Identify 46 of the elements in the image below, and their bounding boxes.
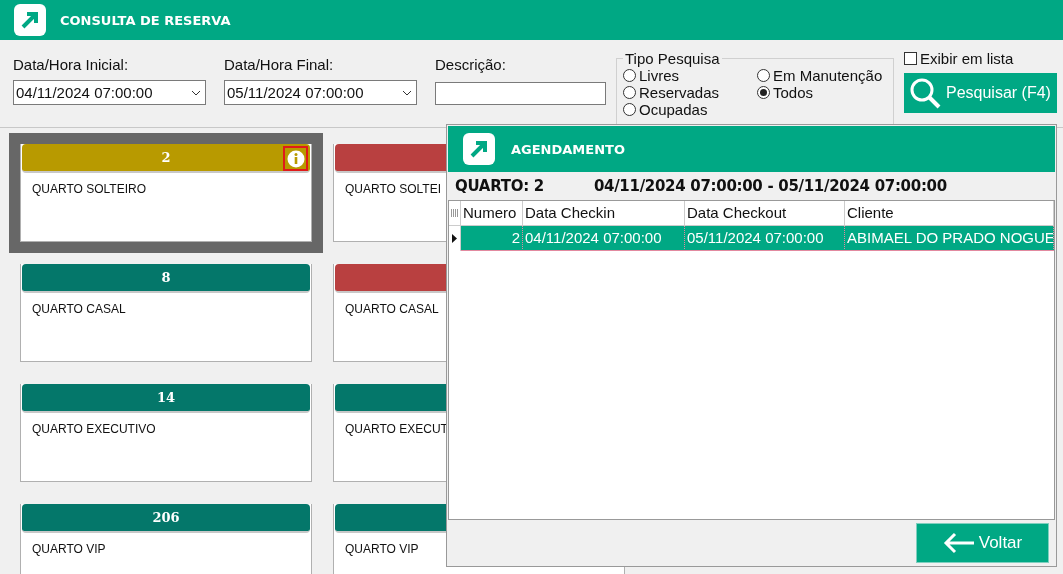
app-title: CONSULTA DE RESERVA <box>60 12 231 28</box>
room-number: 2 <box>161 150 171 165</box>
date-dropdown[interactable]: 05/11/2024 07:00:00 <box>224 80 417 105</box>
arrow-left-icon <box>942 531 975 554</box>
list-view-checkbox[interactable]: Exibir em lista <box>904 50 1057 67</box>
row-pointer-icon <box>452 234 457 243</box>
field-label: Descrição: <box>435 56 507 73</box>
table-cell: 05/11/2024 07:00:00 <box>685 226 845 251</box>
room-type: QUARTO CASAL <box>345 302 439 316</box>
room-card[interactable]: 2 QUARTO SOLTEIRO <box>20 144 312 242</box>
room-number: 8 <box>161 270 171 285</box>
logo-icon <box>14 4 46 36</box>
room-type: QUARTO VIP <box>32 542 106 556</box>
radio-option[interactable]: Livres <box>623 67 757 84</box>
chevron-down-icon <box>402 89 412 96</box>
room-type: QUARTO CASAL <box>32 302 126 316</box>
group-title: Tipo Pesquisa <box>623 50 722 67</box>
description-field[interactable] <box>435 82 606 105</box>
room-type: QUARTO SOLTEIRO <box>32 182 147 196</box>
field-label: Data/Hora Final: <box>224 56 335 73</box>
date-dropdown[interactable]: 04/11/2024 07:00:00 <box>13 80 206 105</box>
info-button[interactable] <box>283 146 308 171</box>
room-number: 14 <box>156 390 176 405</box>
room-label: QUARTO: 2 <box>455 177 544 195</box>
room-type: QUARTO EXECUT <box>345 422 448 436</box>
logo-icon <box>463 133 495 165</box>
radio-option[interactable]: Em Manutenção <box>757 67 891 84</box>
field-label: Data/Hora Inicial: <box>13 56 130 73</box>
room-card[interactable]: 8 QUARTO CASAL <box>20 264 312 362</box>
room-type: QUARTO SOLTEI <box>345 182 442 196</box>
period-label: 04/11/2024 07:00:00 - 05/11/2024 07:00:00 <box>593 177 947 195</box>
room-card[interactable]: 206 QUARTO VIP <box>20 504 312 574</box>
info-icon <box>286 149 305 168</box>
search-icon <box>908 76 942 110</box>
dialog-title: AGENDAMENTO <box>511 141 625 157</box>
table-cell: 04/11/2024 07:00:00 <box>523 226 685 251</box>
room-type: QUARTO VIP <box>345 542 419 556</box>
radio-option[interactable]: Todos <box>757 84 891 101</box>
chevron-down-icon <box>191 89 201 96</box>
column-chooser-icon[interactable] <box>451 208 458 218</box>
table-cell: 2 <box>461 226 523 251</box>
room-number: 206 <box>152 510 180 525</box>
room-card[interactable]: 14 QUARTO EXECUTIVO <box>20 384 312 482</box>
radio-option[interactable]: Reservadas <box>623 84 757 101</box>
radio-option[interactable]: Ocupadas <box>623 101 757 118</box>
room-type: QUARTO EXECUTIVO <box>32 422 156 436</box>
